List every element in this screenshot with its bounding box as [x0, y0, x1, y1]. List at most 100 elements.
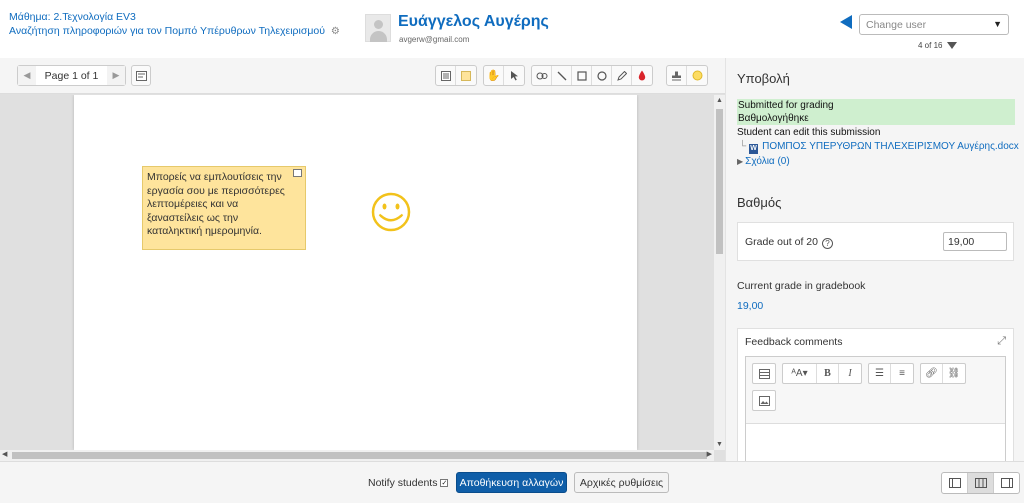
bullet-list-icon[interactable]: ☰ — [869, 364, 891, 383]
next-page-icon[interactable]: ▶ — [107, 66, 125, 85]
submission-status: Submitted for grading Βαθμολογήθηκε — [737, 99, 1015, 125]
document-panel: ◀ Page 1 of 1 ▶ ✋ Μπορείς να εμπλουτίσει… — [0, 58, 725, 461]
rich-text-editor: ᴬA▾ B I ☰ ≡ 🔗︎ ⛓︎ — [745, 356, 1006, 461]
previous-page-icon[interactable]: ◀ — [18, 66, 36, 85]
editor-content-area[interactable] — [746, 423, 1005, 461]
comment-menu-icon[interactable] — [293, 169, 302, 177]
submitted-file: └ W ΠΟΜΠΟΣ ΥΠΕΡΥΘΡΩΝ ΤΗΛΕΧΕΙΡΙΣΜΟΥ Αυγέρης… — [739, 141, 1019, 154]
oval-search-icon[interactable] — [532, 66, 552, 85]
grade-form-row: Grade out of 20? — [737, 222, 1014, 261]
course-link[interactable]: Μάθημα: 2.Τεχνολογία ΕV3 — [9, 11, 136, 23]
italic-icon[interactable]: I — [839, 364, 861, 383]
feedback-label: Feedback comments — [745, 336, 843, 348]
search-comments-icon[interactable] — [131, 65, 151, 86]
scroll-down-icon[interactable]: ▼ — [716, 441, 723, 448]
unlink-icon[interactable]: ⛓︎ — [943, 364, 965, 383]
grade-heading: Βαθμός — [737, 195, 782, 210]
link-icon[interactable]: 🔗︎ — [921, 364, 943, 383]
page-label[interactable]: Page 1 of 1 — [36, 70, 107, 82]
grading-panel: Υποβολή Submitted for grading Βαθμολογήθ… — [725, 58, 1024, 461]
comment-text: Μπορείς να εμπλουτίσεις την εργασία σου … — [147, 171, 285, 237]
editor-toolbar-row-2 — [752, 390, 776, 411]
pen-icon[interactable] — [612, 66, 632, 85]
filter-icon[interactable] — [946, 42, 957, 49]
file-link[interactable]: ΠΟΜΠΟΣ ΥΠΕΡΥΘΡΩΝ ΤΗΛΕΧΕΙΡΙΣΜΟΥ Αυγέρης.d… — [762, 141, 1019, 152]
layout-collapse-grade-icon[interactable] — [942, 473, 968, 493]
assignment-link[interactable]: Αναζήτηση πληροφοριών για τον Πομπό Υπέρ… — [9, 25, 325, 37]
document-viewer[interactable]: Μπορείς να εμπλουτίσεις την εργασία σου … — [0, 95, 714, 450]
gradebook-label: Current grade in gradebook — [737, 280, 866, 292]
editor-toolbar-row-1: ᴬA▾ B I ☰ ≡ 🔗︎ ⛓︎ — [752, 363, 966, 384]
scroll-thumb-horizontal[interactable] — [12, 452, 707, 459]
chevron-down-icon: ▼ — [993, 19, 1002, 29]
circle-icon[interactable] — [592, 66, 612, 85]
line-icon[interactable] — [552, 66, 572, 85]
toolbar-toggle-icon[interactable] — [753, 364, 775, 383]
user-email: avgerw@gmail.com — [399, 35, 470, 44]
navigation-tools: ✋ — [483, 65, 525, 86]
layout-default-icon[interactable] — [968, 473, 994, 493]
previous-user-icon[interactable] — [840, 15, 852, 29]
document-page[interactable] — [74, 95, 637, 450]
submission-heading: Υποβολή — [737, 71, 790, 86]
page-navigator: ◀ Page 1 of 1 ▶ — [17, 65, 126, 86]
bold-icon[interactable]: B — [817, 364, 839, 383]
fullscreen-icon[interactable]: ⤢ — [997, 335, 1006, 348]
comments-toggle[interactable]: ▶ Σχόλια (0) — [737, 156, 790, 167]
pan-hand-icon[interactable]: ✋ — [484, 66, 504, 85]
tree-branch-icon: └ — [739, 141, 747, 152]
stamp-tools — [666, 65, 708, 86]
grade-label: Grade out of 20 — [745, 236, 818, 248]
scroll-left-icon[interactable]: ◀ — [2, 450, 7, 458]
change-user-placeholder: Change user — [866, 19, 927, 31]
vertical-scrollbar[interactable]: ▲ ▼ — [714, 95, 725, 450]
user-count: 4 of 16 — [918, 41, 957, 50]
expand-triangle-icon: ▶ — [737, 157, 744, 166]
scroll-right-icon[interactable]: ▶ — [707, 450, 712, 458]
image-icon[interactable] — [753, 391, 775, 410]
comment-tools — [435, 65, 477, 86]
save-changes-button[interactable]: Αποθήκευση αλλαγών — [456, 472, 567, 493]
layout-switcher — [941, 472, 1020, 494]
avatar — [365, 14, 391, 42]
stamp-color-icon[interactable] — [687, 66, 707, 85]
annotation-comment[interactable]: Μπορείς να εμπλουτίσεις την εργασία σου … — [142, 166, 306, 250]
change-user-select[interactable]: Change user ▼ — [859, 14, 1009, 35]
draw-tools — [531, 65, 653, 86]
scroll-up-icon[interactable]: ▲ — [716, 97, 723, 104]
toolbar-toggle-group — [752, 363, 776, 384]
user-count-text: 4 of 16 — [918, 41, 943, 50]
notify-students-checkbox[interactable]: Notify students ✓ — [368, 477, 449, 489]
status-submitted: Submitted for grading — [738, 100, 834, 111]
smiley-stamp-icon[interactable] — [370, 191, 412, 233]
assignment-link-row: Αναζήτηση πληροφοριών για τον Πομπό Υπέρ… — [9, 25, 340, 37]
rectangle-icon[interactable] — [572, 66, 592, 85]
reset-button[interactable]: Αρχικές ρυθμίσεις — [574, 472, 669, 493]
comment-icon[interactable] — [436, 66, 456, 85]
status-graded: Βαθμολογήθηκε — [738, 113, 809, 124]
color-swatch-icon[interactable] — [456, 66, 476, 85]
user-name[interactable]: Ευάγγελος Αυγέρης — [398, 13, 549, 31]
header: Μάθημα: 2.Τεχνολογία ΕV3 Αναζήτηση πληρο… — [0, 0, 1024, 58]
scroll-thumb[interactable] — [716, 109, 723, 254]
gear-icon[interactable]: ⚙ — [331, 26, 340, 37]
checkbox-checked-icon[interactable]: ✓ — [440, 479, 449, 487]
feedback-comments-box: Feedback comments ⤢ ᴬA▾ B I ☰ ≡ 🔗︎ ⛓︎ — [737, 328, 1014, 461]
stamp-icon[interactable] — [667, 66, 687, 85]
grade-input[interactable] — [943, 232, 1007, 251]
style-group: ᴬA▾ B I — [782, 363, 862, 384]
notify-label: Notify students — [368, 477, 438, 489]
numbered-list-icon[interactable]: ≡ — [891, 364, 913, 383]
font-style-icon[interactable]: ᴬA▾ — [783, 364, 817, 383]
layout-collapse-review-icon[interactable] — [994, 473, 1019, 493]
highlighter-icon[interactable] — [632, 66, 652, 85]
gradebook-value[interactable]: 19,00 — [737, 300, 763, 312]
comments-link[interactable]: Σχόλια (0) — [745, 156, 790, 167]
select-arrow-icon[interactable] — [504, 66, 524, 85]
can-edit-text: Student can edit this submission — [737, 127, 881, 138]
word-document-icon: W — [749, 144, 759, 154]
footer-bar: Notify students ✓ Αποθήκευση αλλαγών Αρχ… — [0, 461, 1024, 503]
horizontal-scrollbar[interactable]: ◀ ▶ — [0, 450, 714, 461]
annotation-toolbar: ◀ Page 1 of 1 ▶ ✋ — [0, 58, 725, 94]
help-icon[interactable]: ? — [821, 238, 833, 249]
